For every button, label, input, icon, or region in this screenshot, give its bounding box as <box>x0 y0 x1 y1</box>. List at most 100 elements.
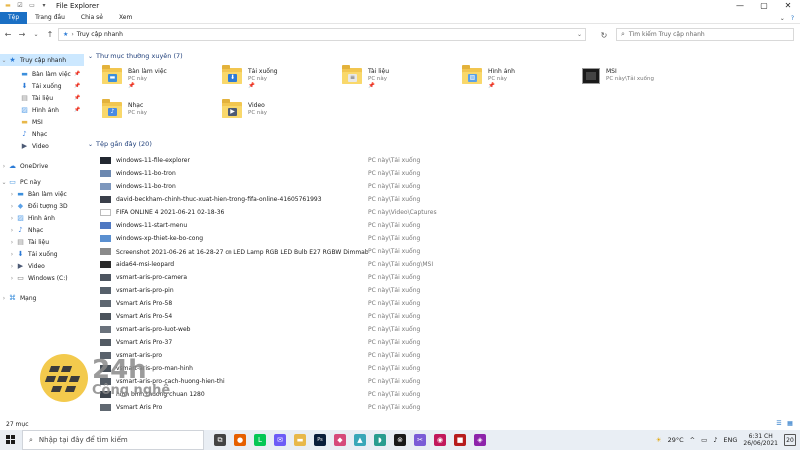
sidebar-item[interactable]: ▬ Bàn làm việc 📌 <box>0 68 84 80</box>
sidebar-item[interactable]: ⌄ ▭ PC này <box>0 176 84 188</box>
volume-icon[interactable]: ♪ <box>713 436 717 444</box>
sidebar-item[interactable]: › ☁ OneDrive <box>0 160 84 172</box>
recent-file-row[interactable]: windows-11-bo-tron PC này\Tải xuống <box>100 180 800 193</box>
sidebar-item[interactable]: › ⬇ Tải xuống <box>0 248 84 260</box>
recent-file-row[interactable]: Vsmart Aris Pro-58 PC này\Tải xuống <box>100 297 800 310</box>
chat-app-icon[interactable]: ◗ <box>374 434 386 446</box>
recent-file-row[interactable]: windows-xp-thiet-ke-bo-cong PC này\Tải xu… <box>100 232 800 245</box>
sidebar-item[interactable]: ⬇ Tải xuống 📌 <box>0 80 84 92</box>
photoshop-icon[interactable]: Ps <box>314 434 326 446</box>
task-view-icon[interactable]: ⧉ <box>214 434 226 446</box>
sidebar-item[interactable]: › ▬ Bàn làm việc <box>0 188 84 200</box>
sidebar-item[interactable]: › ⌘ Mạng <box>0 292 84 304</box>
sidebar-item[interactable]: ▬ MSI <box>0 116 84 128</box>
sidebar-item[interactable]: ▤ Tài liệu 📌 <box>0 92 84 104</box>
tab-view[interactable]: Xem <box>111 12 140 24</box>
large-icons-view-icon[interactable]: ▦ <box>786 420 794 428</box>
chevron-right-icon[interactable]: › <box>8 227 16 234</box>
file-explorer-icon[interactable]: ▬ <box>294 434 306 446</box>
forward-arrow-icon[interactable]: → <box>16 29 28 41</box>
language-indicator[interactable]: ENG <box>723 436 737 444</box>
refresh-icon[interactable]: ↻ <box>598 30 610 42</box>
firefox-icon[interactable]: ● <box>234 434 246 446</box>
chevron-right-icon[interactable]: › <box>8 251 16 258</box>
address-bar[interactable]: ★ › Truy cập nhanh ⌄ <box>58 28 586 41</box>
frequent-folder-tile[interactable]: ▶ Video PC này <box>222 99 332 140</box>
chevron-right-icon[interactable]: › <box>8 275 16 282</box>
photos-icon[interactable]: ◉ <box>434 434 446 446</box>
tab-file[interactable]: Tệp <box>0 11 28 24</box>
chevron-right-icon[interactable]: › <box>8 191 16 198</box>
tab-share[interactable]: Chia sẻ <box>73 12 111 24</box>
details-view-icon[interactable]: ☰ <box>775 420 783 428</box>
frequent-folder-tile[interactable]: MSI PC này\Tải xuống <box>580 66 690 106</box>
customize-toolbar-icon[interactable]: ▾ <box>40 2 48 10</box>
up-arrow-icon[interactable]: ↑ <box>44 29 56 41</box>
recent-files-header[interactable]: ⌄ Tệp gần đây (20) <box>88 140 152 148</box>
recent-file-row[interactable]: Screenshot 2021-06-26 at 16-28-27 ㎝ LED … <box>100 245 800 258</box>
recent-file-row[interactable]: Vsmart Aris Pro PC này\Tải xuống <box>100 401 800 414</box>
recent-file-row[interactable]: Vsmart Aris Pro-54 PC này\Tải xuống <box>100 310 800 323</box>
close-button[interactable]: ✕ <box>776 0 800 12</box>
snip-icon[interactable]: ✂ <box>414 434 426 446</box>
recent-file-row[interactable]: windows-11-start-menu PC này\Tải xuống <box>100 219 800 232</box>
sidebar-item[interactable]: › ▤ Tài liệu <box>0 236 84 248</box>
sidebar-item[interactable]: ♪ Nhạc <box>0 128 84 140</box>
properties-icon[interactable]: ☑ <box>16 2 24 10</box>
weather-icon[interactable]: ☀ <box>656 436 662 444</box>
recent-file-row[interactable]: hinh binh thuong chuan 1280 PC này\Tải xu… <box>100 388 800 401</box>
sidebar-item[interactable]: › ▭ Windows (C:) <box>0 272 84 284</box>
back-arrow-icon[interactable]: ← <box>2 29 14 41</box>
frequent-folder-tile[interactable]: ▨ Hình ảnh PC này 📌 <box>462 65 572 106</box>
recent-file-row[interactable]: Vsmart Aris Pro-37 PC này\Tải xuống <box>100 336 800 349</box>
nox-icon[interactable]: ◆ <box>334 434 346 446</box>
sidebar-item[interactable]: ▶ Video <box>0 140 84 152</box>
sidebar-item[interactable]: ▨ Hình ảnh 📌 <box>0 104 84 116</box>
minimize-button[interactable]: — <box>728 0 752 12</box>
recent-file-row[interactable]: vsmart-aris-pro-pin PC này\Tải xuống <box>100 284 800 297</box>
sidebar-item[interactable]: ⌄ ★ Truy cập nhanh <box>0 54 84 66</box>
sidebar-item[interactable]: › ◆ Đối tượng 3D <box>0 200 84 212</box>
taskbar-search-box[interactable]: ⌕ Nhập tại đây để tìm kiếm <box>22 430 204 450</box>
frequent-folders-header[interactable]: ⌄ Thư mục thường xuyên (7) <box>88 52 183 60</box>
sidebar-item[interactable]: › ♪ Nhạc <box>0 224 84 236</box>
recent-file-row[interactable]: vsmart-aris-pro-cach-huong-hien-thi PC nà… <box>100 375 800 388</box>
new-folder-icon[interactable]: ▭ <box>28 2 36 10</box>
chevron-right-icon[interactable]: › <box>8 239 16 246</box>
chevron-right-icon[interactable]: › <box>8 263 16 270</box>
recent-file-row[interactable]: vsmart-aris-pro PC này\Tải xuống <box>100 349 800 362</box>
address-dropdown-icon[interactable]: ⌄ <box>577 31 582 38</box>
screen-record-icon[interactable]: ■ <box>454 434 466 446</box>
breadcrumb[interactable]: Truy cập nhanh <box>77 31 123 38</box>
line-icon[interactable]: L <box>254 434 266 446</box>
sidebar-item[interactable]: › ▶ Video <box>0 260 84 272</box>
start-button[interactable] <box>0 430 22 450</box>
help-icon[interactable]: ? <box>791 15 794 22</box>
recent-file-row[interactable]: FIFA ONLINE 4 2021-06-21 02-18-36 PC này\… <box>100 206 800 219</box>
recent-file-row[interactable]: windows-11-file-explorer PC này\Tải xuống <box>100 154 800 167</box>
recent-file-row[interactable]: aida64-msi-leopard PC này\Tải xuống\MSI <box>100 258 800 271</box>
xbox-icon[interactable]: ⊗ <box>394 434 406 446</box>
recent-locations-icon[interactable]: ⌄ <box>30 29 42 41</box>
sidebar-item[interactable]: › ▨ Hình ảnh <box>0 212 84 224</box>
search-box[interactable]: ⌕ Tìm kiếm Truy cập nhanh <box>616 28 794 41</box>
frequent-folder-tile[interactable]: ≡ Tài liệu PC này 📌 <box>342 65 452 106</box>
image-app-icon[interactable]: ▲ <box>354 434 366 446</box>
recent-file-row[interactable]: windows-11-bo-tron PC này\Tải xuống <box>100 167 800 180</box>
messenger-icon[interactable]: ✉ <box>274 434 286 446</box>
chevron-down-icon[interactable]: ⌄ <box>0 57 8 64</box>
frequent-folder-tile[interactable]: ♪ Nhạc PC này <box>102 99 212 140</box>
recent-file-row[interactable]: david-beckham-chinh-thuc-xuat-hien-trong… <box>100 193 800 206</box>
network-icon[interactable]: ▭ <box>701 436 707 444</box>
chevron-right-icon[interactable]: › <box>0 295 8 302</box>
chevron-right-icon[interactable]: › <box>8 215 16 222</box>
chevron-down-icon[interactable]: ⌄ <box>0 179 8 186</box>
chevron-right-icon[interactable]: › <box>0 163 8 170</box>
chevron-right-icon[interactable]: › <box>8 203 16 210</box>
media-app-icon[interactable]: ◈ <box>474 434 486 446</box>
weather-temp[interactable]: 29°C <box>668 436 684 444</box>
recent-file-row[interactable]: vsmart-aris-pro-man-hinh PC này\Tải xuống <box>100 362 800 375</box>
clock[interactable]: 6:31 CH 26/06/2021 <box>743 433 778 447</box>
recent-file-row[interactable]: vsmart-aris-pro-luot-web PC này\Tải xuống <box>100 323 800 336</box>
maximize-button[interactable]: ▢ <box>752 0 776 12</box>
